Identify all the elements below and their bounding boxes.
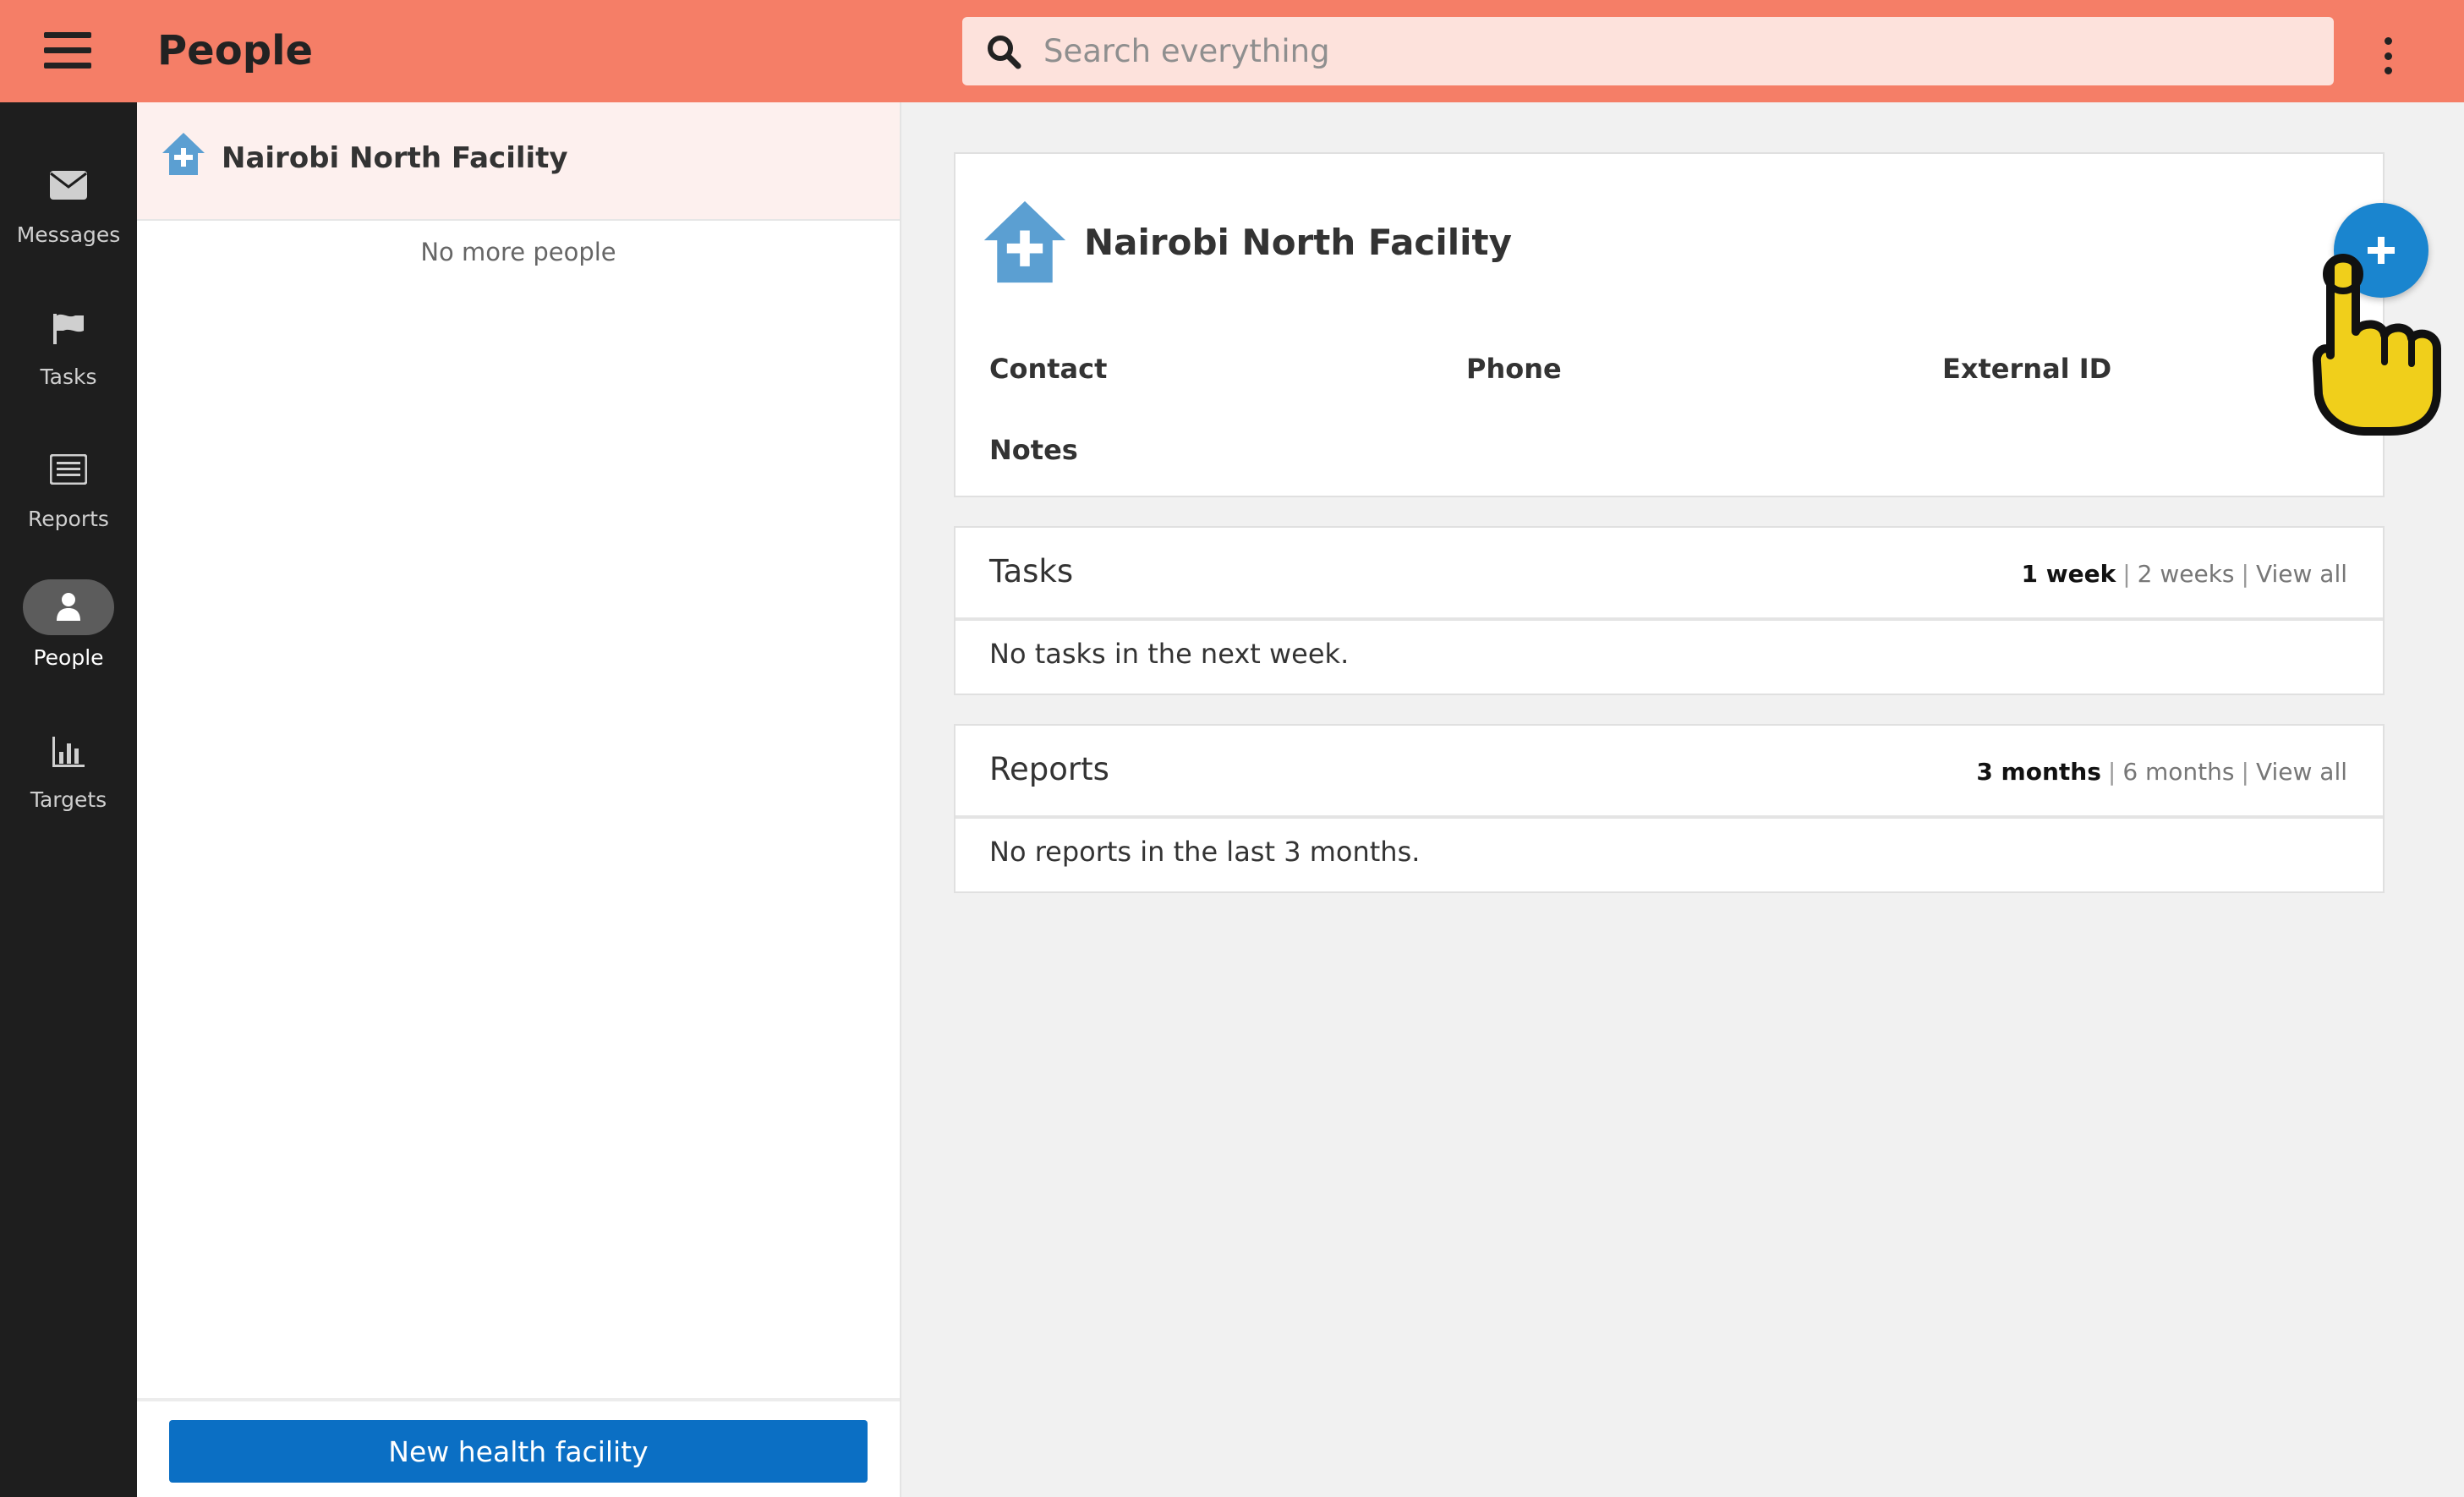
nav-item-tasks[interactable]: Tasks: [0, 312, 137, 389]
hand-pointer-icon: [2312, 254, 2441, 436]
tasks-card: Tasks 1 week | 2 weeks | View all No tasks i…: [954, 526, 2385, 695]
tasks-empty-message: No tasks in the next week.: [989, 638, 1350, 670]
left-navigation: Messages Tasks Reports People Targets: [0, 102, 137, 1497]
reports-header: Reports 3 months | 6 months | View all: [955, 726, 2383, 819]
health-facility-icon: [983, 200, 1066, 283]
nav-item-reports[interactable]: Reports: [0, 454, 137, 531]
flag-icon: [0, 312, 137, 354]
contact-label: Contact: [989, 353, 1108, 385]
nav-label: Messages: [16, 222, 121, 247]
person-icon: [23, 579, 114, 635]
reports-empty-message: No reports in the last 3 months.: [989, 836, 1421, 868]
envelope-icon: [0, 170, 137, 212]
filter-3-months[interactable]: 3 months: [1976, 758, 2101, 786]
list-item[interactable]: Nairobi North Facility: [137, 102, 900, 221]
list-icon: [0, 454, 137, 496]
people-list: Nairobi North Facility No more people Ne…: [137, 102, 901, 1497]
contact-title: Nairobi North Facility: [1084, 222, 1512, 263]
empty-list-message: No more people: [420, 238, 616, 266]
bar-chart-icon: [0, 735, 137, 777]
reports-filters: 3 months | 6 months | View all: [1976, 758, 2347, 786]
filter-1-week[interactable]: 1 week: [2021, 560, 2116, 588]
contact-summary-card: Nairobi North Facility Contact Phone Ext…: [954, 152, 2385, 497]
search-bar[interactable]: [962, 17, 2334, 85]
nav-label: People: [33, 645, 104, 670]
nav-item-people[interactable]: People: [0, 579, 137, 670]
filter-view-all-reports[interactable]: View all: [2256, 758, 2347, 786]
tasks-filters: 1 week | 2 weeks | View all: [2021, 560, 2347, 588]
filter-view-all-tasks[interactable]: View all: [2256, 560, 2347, 588]
filter-2-weeks[interactable]: 2 weeks: [2138, 560, 2235, 588]
nav-item-targets[interactable]: Targets: [0, 735, 137, 812]
tasks-title: Tasks: [989, 553, 1074, 589]
new-health-facility-button[interactable]: New health facility: [169, 1420, 868, 1483]
list-footer: New health facility: [137, 1398, 900, 1497]
search-icon: [988, 36, 1021, 69]
filter-6-months[interactable]: 6 months: [2122, 758, 2234, 786]
page-title: People: [157, 27, 314, 74]
nav-label: Targets: [30, 787, 107, 812]
phone-label: Phone: [1466, 353, 1562, 385]
health-facility-icon: [162, 133, 205, 175]
nav-item-messages[interactable]: Messages: [0, 170, 137, 247]
notes-label: Notes: [989, 434, 1078, 466]
nav-label: Tasks: [40, 365, 97, 389]
reports-title: Reports: [989, 751, 1109, 787]
more-options-icon[interactable]: [2378, 37, 2398, 74]
nav-label: Reports: [28, 507, 109, 531]
search-input[interactable]: [1043, 17, 2295, 85]
reports-card: Reports 3 months | 6 months | View all No re…: [954, 724, 2385, 893]
external-id-label: External ID: [1942, 353, 2112, 385]
top-bar: People: [0, 0, 2464, 102]
hamburger-menu-icon[interactable]: [44, 32, 91, 71]
list-item-name: Nairobi North Facility: [222, 141, 568, 175]
tasks-header: Tasks 1 week | 2 weeks | View all: [955, 528, 2383, 621]
